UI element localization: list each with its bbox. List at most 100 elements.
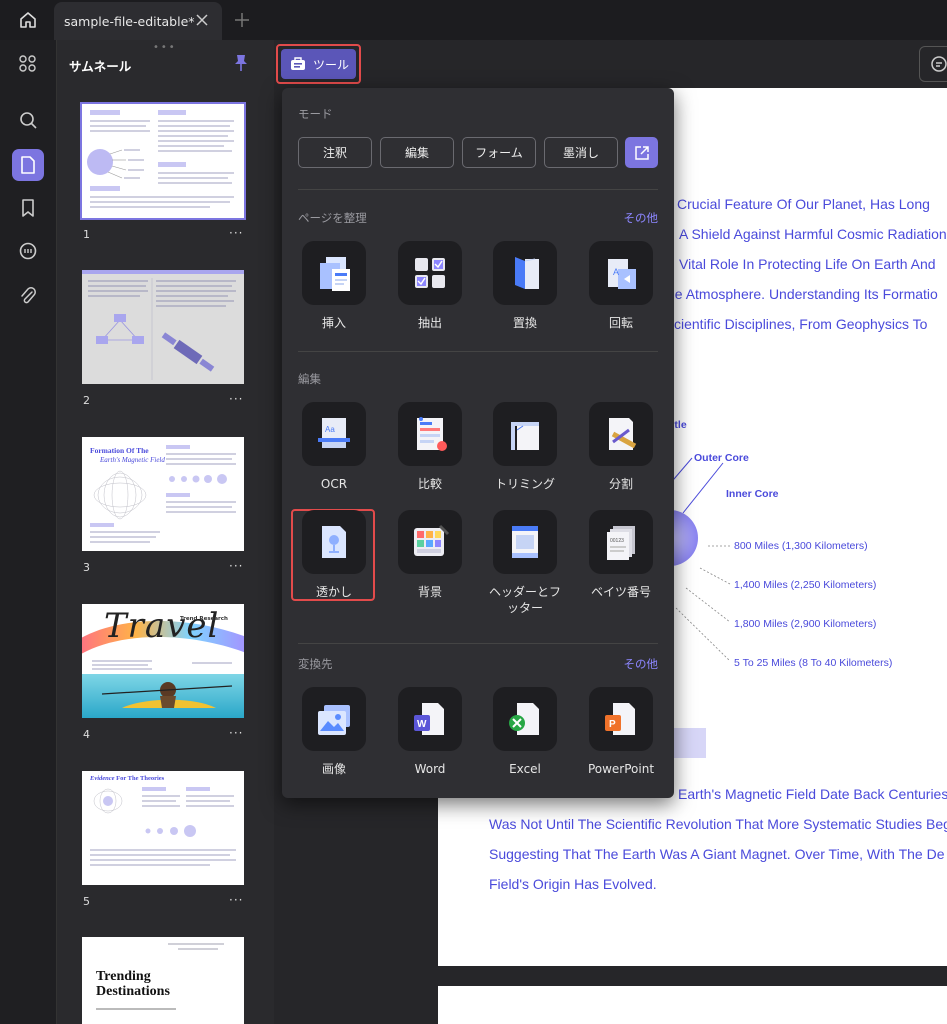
panel-grip[interactable]: ••• bbox=[153, 42, 177, 53]
page-1-more-button[interactable]: ··· bbox=[229, 226, 243, 240]
comment-panel-button[interactable] bbox=[919, 46, 947, 82]
page-thumbnail-4[interactable]: Travel Trend Research bbox=[82, 604, 244, 718]
header-footer-icon bbox=[512, 526, 538, 558]
rail-thumbnails-button[interactable] bbox=[12, 149, 44, 181]
external-link-icon bbox=[634, 145, 649, 160]
home-button[interactable] bbox=[8, 6, 48, 34]
mode-edit-button[interactable]: 編集 bbox=[380, 137, 454, 168]
title-bar: sample-file-editable* bbox=[0, 0, 947, 40]
tool-split[interactable]: 分割 bbox=[581, 402, 661, 492]
doc-line-8: Suggesting That The Earth Was A Giant Ma… bbox=[489, 846, 945, 862]
tool-rotate[interactable]: A 回転 bbox=[581, 241, 661, 331]
page-2-preview bbox=[82, 270, 244, 380]
tool-insert[interactable]: 挿入 bbox=[294, 241, 374, 331]
doc-line-6: Earth's Magnetic Field Date Back Centuri… bbox=[678, 786, 947, 802]
tool-bates-number[interactable]: 00123 ベイツ番号 bbox=[581, 510, 661, 600]
thumbnail-panel: ••• サムネール 1 ··· 2 ··· Formation Of The E… bbox=[56, 40, 274, 1024]
watermark-icon bbox=[322, 526, 346, 558]
mode-annotate-button[interactable]: 注釈 bbox=[298, 137, 372, 168]
tool-header-footer[interactable]: ヘッダーとフッター bbox=[485, 510, 565, 616]
page-6-title-b: Destinations bbox=[96, 984, 170, 999]
tools-popup: モード 注釈 編集 フォーム 墨消し ページを整理 その他 挿入 抽出 置換 A… bbox=[282, 88, 674, 798]
tool-replace[interactable]: 置換 bbox=[485, 241, 565, 331]
tool-button[interactable]: ツール bbox=[281, 49, 356, 79]
rail-comment-button[interactable] bbox=[12, 235, 44, 267]
tool-crop[interactable]: トリミング bbox=[485, 402, 565, 492]
convert-more-link[interactable]: その他 bbox=[624, 656, 659, 672]
divider-1 bbox=[298, 189, 658, 190]
svg-text:A: A bbox=[613, 267, 619, 277]
tool-insert-label: 挿入 bbox=[321, 316, 346, 330]
insert-pages-icon bbox=[320, 257, 350, 291]
search-icon bbox=[20, 112, 37, 129]
rail-apps-button[interactable] bbox=[12, 48, 44, 80]
divider-2 bbox=[298, 351, 658, 352]
divider-3 bbox=[298, 643, 658, 644]
tool-compare[interactable]: 比較 bbox=[390, 402, 470, 492]
file-tab-title: sample-file-editable* bbox=[64, 13, 195, 29]
convert-word[interactable]: W Word bbox=[390, 687, 470, 777]
svg-text:00123: 00123 bbox=[610, 538, 624, 544]
tool-background[interactable]: 背景 bbox=[390, 510, 470, 600]
organize-more-link[interactable]: その他 bbox=[624, 210, 659, 226]
page-4-more-button[interactable]: ··· bbox=[229, 726, 243, 740]
tool-compare-label: 比較 bbox=[417, 477, 442, 491]
mode-form-button[interactable]: フォーム bbox=[462, 137, 536, 168]
convert-powerpoint-label: PowerPoint bbox=[587, 762, 655, 776]
convert-section-title: 変換先 bbox=[298, 657, 333, 671]
tool-ocr[interactable]: Aa OCR bbox=[294, 402, 374, 492]
excel-icon bbox=[509, 703, 539, 735]
tool-watermark[interactable]: 透かし bbox=[294, 510, 374, 600]
tool-bates-number-label: ベイツ番号 bbox=[590, 585, 651, 599]
comment-list-icon bbox=[931, 56, 947, 72]
page-5-more-button[interactable]: ··· bbox=[229, 893, 243, 907]
tool-rotate-label: 回転 bbox=[608, 316, 633, 330]
left-rail bbox=[0, 40, 56, 1024]
open-external-button[interactable] bbox=[625, 137, 658, 168]
diagram-label-inner-core: Inner Core bbox=[726, 488, 779, 500]
page-number-1: 1 bbox=[83, 228, 90, 241]
close-tab-icon[interactable] bbox=[194, 12, 210, 28]
page-2-more-button[interactable]: ··· bbox=[229, 392, 243, 406]
page-number-4: 4 bbox=[83, 728, 90, 741]
page-thumbnail-2[interactable] bbox=[82, 270, 244, 384]
compare-icon bbox=[417, 417, 447, 451]
new-tab-icon[interactable] bbox=[232, 10, 252, 30]
rail-attachment-button[interactable] bbox=[12, 280, 44, 312]
svg-text:P: P bbox=[609, 719, 616, 730]
tool-button-label: ツール bbox=[313, 57, 350, 72]
toolbox-icon bbox=[291, 57, 305, 70]
convert-excel[interactable]: Excel bbox=[485, 687, 565, 777]
page-number-5: 5 bbox=[83, 895, 90, 908]
svg-text:Aa: Aa bbox=[325, 425, 335, 434]
split-icon bbox=[609, 418, 637, 450]
rail-search-button[interactable] bbox=[12, 104, 44, 136]
page-3-preview bbox=[90, 445, 236, 543]
convert-image-label: 画像 bbox=[321, 762, 346, 776]
page-thumbnail-3[interactable]: Formation Of The Earth's Magnetic Field bbox=[82, 437, 244, 551]
mode-redact-button[interactable]: 墨消し bbox=[544, 137, 618, 168]
page-thumbnail-5[interactable]: Evidence For The Theories bbox=[82, 771, 244, 885]
document-next-page bbox=[438, 986, 947, 1024]
page-thumbnail-1[interactable] bbox=[80, 102, 246, 220]
page-3-more-button[interactable]: ··· bbox=[229, 559, 243, 573]
tool-extract[interactable]: 抽出 bbox=[390, 241, 470, 331]
thumbnail-panel-title: サムネール bbox=[69, 59, 132, 74]
edit-section-title: 編集 bbox=[298, 372, 321, 386]
page-6-date-line bbox=[96, 1008, 176, 1010]
diagram-miles-4: 5 To 25 Miles (8 To 40 Kilometers) bbox=[734, 657, 893, 669]
pin-icon[interactable] bbox=[233, 54, 249, 72]
convert-powerpoint[interactable]: P PowerPoint bbox=[581, 687, 661, 777]
background-icon bbox=[414, 524, 450, 556]
replace-pages-icon bbox=[515, 257, 539, 289]
tool-background-label: 背景 bbox=[417, 585, 442, 599]
file-tab[interactable]: sample-file-editable* bbox=[54, 2, 222, 40]
grid-icon bbox=[19, 55, 36, 72]
page-thumbnail-6[interactable]: Trending Destinations bbox=[82, 937, 244, 1024]
extract-pages-icon bbox=[415, 258, 445, 288]
paperclip-icon bbox=[21, 287, 36, 304]
rail-bookmark-button[interactable] bbox=[12, 192, 44, 224]
convert-image[interactable]: 画像 bbox=[294, 687, 374, 777]
rotate-pages-icon: A bbox=[608, 259, 636, 289]
doc-line-7: Was Not Until The Scientific Revolution … bbox=[489, 816, 947, 832]
